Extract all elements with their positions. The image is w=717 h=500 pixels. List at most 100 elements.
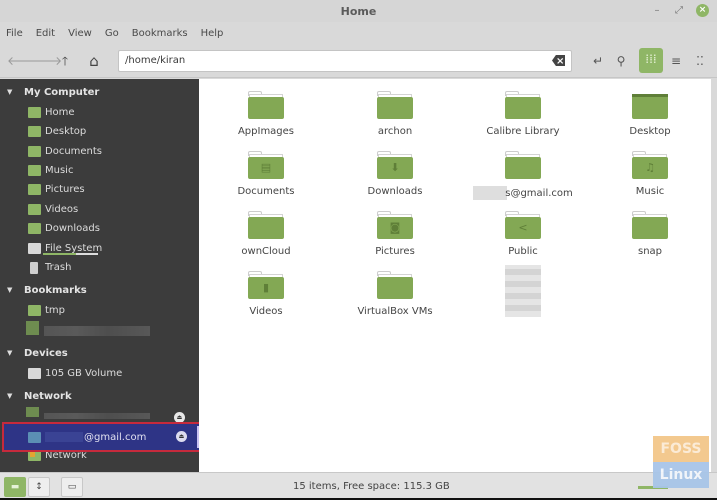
file-name: snap (637, 246, 663, 257)
file-item[interactable]: ♫ Music (590, 151, 710, 197)
section-title: Devices (24, 347, 68, 359)
grid-icon: ⁞⁞⁞ (645, 52, 657, 66)
status-bar: ▬ ↕ ▭ 15 items, Free space: 115.3 GB (0, 472, 717, 500)
blurred-network-share[interactable] (44, 413, 150, 419)
list-view-button[interactable]: ≡ (665, 50, 687, 72)
icon-view-button[interactable]: ⁞⁞⁞ (639, 48, 663, 73)
sidebar-item-gmail-selected[interactable]: @gmail.com ⏏ (2, 422, 207, 452)
file-name: Public (508, 246, 538, 257)
maximize-button[interactable]: ⤢ (674, 5, 684, 16)
desktop-folder-icon (28, 126, 41, 137)
up-button[interactable]: 🡑 (56, 52, 74, 70)
places-icon: ▬ (10, 482, 20, 492)
section-network[interactable]: ▼ Network (0, 387, 72, 405)
section-title: Network (24, 390, 72, 402)
sidebar-item-downloads[interactable]: Downloads (0, 219, 199, 238)
sidebar-item-home[interactable]: Home (0, 103, 199, 122)
return-arrow-icon: ↵ (592, 54, 604, 68)
list-icon: ≡ (670, 54, 682, 68)
section-my-computer[interactable]: ▼ My Computer (0, 83, 99, 101)
sidebar-item-label: Home (45, 107, 75, 118)
location-bar[interactable]: /home/kiran (118, 50, 572, 72)
home-button[interactable]: ⌂ (85, 52, 103, 70)
menu-edit[interactable]: Edit (36, 28, 61, 39)
file-item[interactable]: s@gmail.com (463, 151, 583, 200)
section-title: My Computer (24, 86, 100, 98)
file-item[interactable]: archon (335, 91, 455, 137)
file-name: Documents (237, 186, 295, 197)
folder-icon (377, 91, 413, 119)
collapse-arrow-icon: ▼ (7, 349, 13, 357)
menu-bookmarks[interactable]: Bookmarks (132, 28, 194, 39)
blurred-bookmark-icon (26, 321, 39, 335)
window-title: Home (340, 5, 377, 18)
watermark-linux: Linux (653, 462, 709, 488)
file-item[interactable]: ⬇ Downloads (335, 151, 455, 197)
show-places-button[interactable]: ▬ (4, 477, 26, 497)
file-item[interactable]: ▤ Documents (206, 151, 326, 197)
sidebar-item-desktop[interactable]: Desktop (0, 122, 199, 141)
music-folder-icon (28, 165, 41, 176)
sidebar-item-label: Downloads (45, 223, 100, 234)
file-item[interactable]: ▮ Videos (206, 271, 326, 317)
sidebar-item-videos[interactable]: Videos (0, 200, 199, 219)
sidebar-item-documents[interactable]: Documents (0, 142, 199, 161)
desktop-folder-icon (632, 91, 668, 119)
sidebar-item-trash[interactable]: Trash (0, 258, 199, 277)
hide-sidebar-button[interactable]: ▭ (61, 477, 83, 497)
file-item[interactable]: < Public (463, 211, 583, 257)
sidebar-item-pictures[interactable]: Pictures (0, 180, 199, 199)
eject-icon[interactable]: ⏏ (176, 431, 187, 442)
blurred-network-icon (26, 407, 39, 417)
file-item[interactable]: VirtualBox VMs (335, 271, 455, 317)
documents-folder-icon (28, 146, 41, 157)
file-view[interactable]: AppImages archon Calibre Library Desktop… (199, 79, 711, 472)
collapse-arrow-icon: ▼ (7, 88, 13, 96)
sidebar-item-label: Music (45, 165, 74, 176)
sidebar-item-label: Pictures (45, 184, 85, 195)
sidebar-item-file-system[interactable]: File System (0, 239, 199, 258)
home-icon: ⌂ (89, 52, 99, 70)
file-item[interactable]: ownCloud (206, 211, 326, 257)
documents-folder-icon: ▤ (248, 151, 284, 179)
file-name: Music (635, 186, 665, 197)
file-item[interactable]: Calibre Library (463, 91, 583, 137)
search-button[interactable]: ⚲ (610, 50, 632, 72)
back-button[interactable]: 🡐 (7, 52, 39, 70)
sidebar-item-tmp[interactable]: tmp (0, 301, 199, 320)
menu-help[interactable]: Help (201, 28, 230, 39)
videos-folder-icon (28, 204, 41, 215)
sidebar-item-volume[interactable]: 105 GB Volume (0, 364, 199, 383)
toggle-location-button[interactable]: ↵ (587, 50, 609, 72)
forward-button[interactable]: 🡒 (30, 52, 62, 70)
menu-file[interactable]: File (6, 28, 29, 39)
minimize-button[interactable]: – (652, 5, 662, 16)
trash-icon (30, 261, 38, 274)
folder-icon (505, 151, 541, 179)
sidebar-item-music[interactable]: Music (0, 161, 199, 180)
close-button[interactable]: × (696, 4, 709, 17)
blurred-bookmark[interactable] (44, 326, 150, 336)
file-item[interactable]: ◙ Pictures (335, 211, 455, 257)
file-item[interactable]: snap (590, 211, 710, 257)
menu-view[interactable]: View (68, 28, 98, 39)
sidebar-item-label: @gmail.com (84, 431, 147, 443)
menu-go[interactable]: Go (105, 28, 125, 39)
compact-view-button[interactable]: ⁚⁚ (689, 50, 711, 72)
clear-location-icon[interactable] (552, 55, 565, 66)
title-bar[interactable]: Home – ⤢ × (0, 0, 717, 22)
file-item[interactable]: AppImages (206, 91, 326, 137)
file-item-blurred[interactable] (463, 265, 583, 317)
folder-icon (28, 305, 41, 316)
pictures-folder-icon: ◙ (377, 211, 413, 239)
section-bookmarks[interactable]: ▼ Bookmarks (0, 281, 87, 299)
file-name: Desktop (629, 126, 671, 137)
section-devices[interactable]: ▼ Devices (0, 344, 68, 362)
file-item[interactable]: Desktop (590, 91, 710, 137)
sidebar-item-label: 105 GB Volume (45, 368, 123, 379)
blurred-username (473, 186, 508, 200)
music-folder-icon: ♫ (632, 151, 668, 179)
show-treeview-button[interactable]: ↕ (28, 477, 50, 497)
watermark-logo: FOSS Linux (653, 436, 709, 488)
sidebar-item-label: Documents (45, 146, 103, 157)
